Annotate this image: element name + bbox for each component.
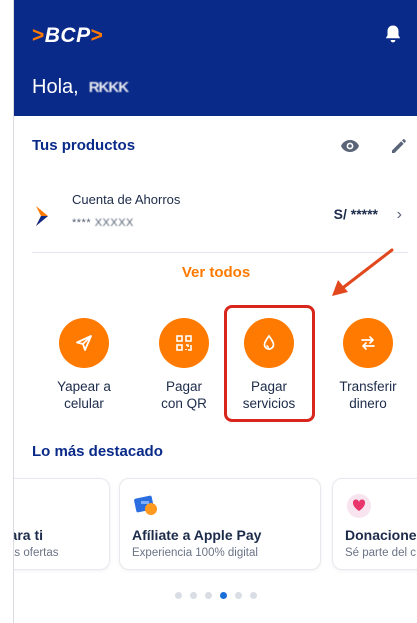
carousel-dot[interactable] [250, 592, 257, 599]
greeting: Hola, RKKK [32, 76, 129, 99]
carousel-dot[interactable] [235, 592, 242, 599]
send-icon [59, 318, 109, 368]
action-label: dinero [349, 396, 387, 411]
highlight-card[interactable]: Afíliate a Apple Pay Experiencia 100% di… [119, 478, 321, 570]
highlight-box [224, 305, 315, 422]
action-transferir[interactable]: Transferir dinero [320, 318, 416, 412]
action-label: con QR [161, 396, 207, 411]
app-screen: >BCP> Hola, RKKK Tus productos Cuenta de… [13, 0, 417, 623]
card-title: Afíliate a Apple Pay [132, 527, 262, 543]
highlight-card[interactable]: para ti tras ofertas [14, 478, 110, 570]
card-subtitle: tras ofertas [14, 547, 59, 559]
carousel-dot[interactable] [190, 592, 197, 599]
user-name: RKKK [88, 79, 129, 96]
greeting-text: Hola, [32, 76, 79, 98]
carousel-dot[interactable] [205, 592, 212, 599]
eye-icon[interactable] [340, 138, 360, 154]
products-title: Tus productos [32, 137, 136, 154]
pencil-icon[interactable] [389, 136, 409, 156]
card-subtitle: Experiencia 100% digital [132, 547, 258, 559]
header: >BCP> Hola, RKKK [14, 0, 417, 116]
account-chevron-logo-icon [36, 206, 48, 226]
action-label: Yapear a [57, 379, 111, 394]
action-label: Pagar [165, 379, 203, 394]
highlights-title: Lo más destacado [32, 443, 163, 460]
card-subtitle: Sé parte del c [345, 547, 416, 559]
transfer-icon [343, 318, 393, 368]
carousel-dot[interactable] [175, 592, 182, 599]
account-row[interactable]: Cuenta de Ahorros **** XXXXX S/ ***** › [32, 186, 408, 238]
highlight-card[interactable]: Donaciones Sé parte del c [332, 478, 417, 570]
carousel-dot-active[interactable] [220, 592, 227, 599]
account-name: Cuenta de Ahorros [72, 192, 181, 207]
action-label: Transferir [339, 379, 397, 394]
annotation-arrow-icon [332, 248, 394, 296]
action-label: celular [64, 396, 104, 411]
card-title: Donaciones [345, 527, 417, 543]
chevron-right-icon: › [396, 206, 402, 223]
qr-code-icon [159, 318, 209, 368]
carousel-dots [14, 592, 417, 599]
card-title: para ti [14, 527, 44, 543]
account-balance: S/ ***** [333, 206, 378, 222]
heart-hands-icon [347, 494, 371, 518]
apple-pay-card-icon [134, 495, 157, 515]
bcp-logo: >BCP> [32, 24, 104, 47]
action-pagar-qr[interactable]: Pagar con QR [136, 318, 232, 412]
bell-icon[interactable] [384, 24, 402, 44]
action-yapear[interactable]: Yapear a celular [36, 318, 132, 412]
account-number: **** XXXXX [72, 217, 134, 229]
highlights-carousel[interactable]: para ti tras ofertas Afíliate a Apple Pa… [14, 478, 417, 570]
